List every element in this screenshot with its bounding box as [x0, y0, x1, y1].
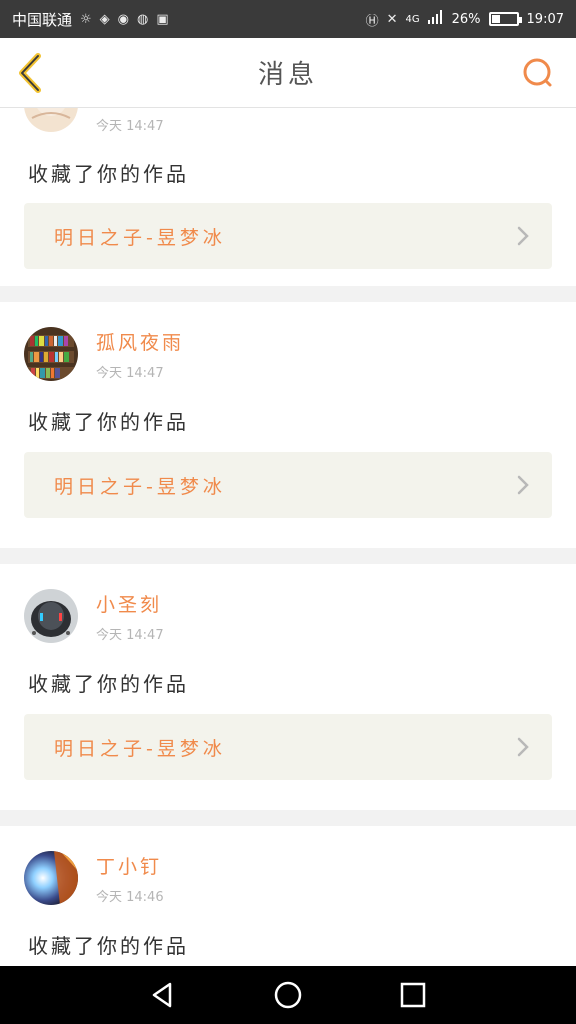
status-bar: 中国联通 ☼ ◈ ◉ ◍ ▣ Ⓗ ✕ 4G 26% 19:07: [0, 0, 576, 38]
avatar[interactable]: [24, 589, 78, 643]
network-label: 4G: [405, 13, 420, 25]
message-timestamp: 今天 14:47: [96, 119, 164, 134]
message-timestamp: 今天 14:46: [96, 890, 164, 905]
home-circle-icon[interactable]: [273, 980, 303, 1010]
battery-icon: [488, 12, 522, 26]
work-title: 明日之子-昱梦冰: [54, 476, 226, 498]
fish-icon: ◉: [117, 11, 130, 27]
separator: [0, 286, 576, 302]
separator: [0, 810, 576, 826]
carrier-label: 中国联通: [12, 10, 73, 29]
chevron-left-icon: [19, 53, 41, 93]
work-link[interactable]: 明日之子-昱梦冰: [24, 714, 552, 780]
message-action: 收藏了你的作品: [28, 410, 189, 434]
header: 消息: [0, 38, 576, 108]
avatar[interactable]: [24, 851, 78, 905]
message-username[interactable]: 丁小钉: [96, 852, 162, 879]
chevron-right-icon: [517, 226, 529, 246]
status-time: 19:07: [526, 11, 564, 27]
frog-icon: ◍: [137, 11, 149, 27]
chevron-right-icon: [517, 737, 529, 757]
work-link[interactable]: 明日之子-昱梦冰: [24, 452, 552, 518]
message-username[interactable]: 小圣刻: [96, 590, 162, 617]
signal-icon: [427, 10, 444, 28]
work-title: 明日之子-昱梦冰: [54, 738, 226, 760]
search-icon: [523, 58, 552, 87]
back-button[interactable]: [14, 52, 48, 94]
message-action: 收藏了你的作品: [28, 934, 189, 958]
brightness-icon: ☼: [80, 11, 92, 27]
message-item: 小圣刻 今天 14:47 收藏了你的作品 明日之子-昱梦冰: [0, 564, 576, 810]
separator: [0, 548, 576, 564]
page-title: 消息: [257, 60, 318, 90]
message-timestamp: 今天 14:47: [96, 366, 164, 381]
avatar[interactable]: [24, 108, 78, 132]
message-item: 丁小钉 今天 14:46 收藏了你的作品: [0, 826, 576, 966]
search-button[interactable]: [520, 56, 556, 92]
recents-square-icon[interactable]: [398, 980, 428, 1010]
box-icon: ▣: [156, 11, 169, 27]
mute-icon: ✕: [386, 11, 398, 27]
back-triangle-icon[interactable]: [148, 980, 178, 1010]
work-title: 明日之子-昱梦冰: [54, 227, 226, 249]
message-item: 今天 14:47 收藏了你的作品 明日之子-昱梦冰: [0, 108, 576, 286]
hd-icon: Ⓗ: [365, 13, 379, 29]
cat-icon: ◈: [99, 11, 110, 27]
message-list[interactable]: 今天 14:47 收藏了你的作品 明日之子-昱梦冰 孤风夜雨 今天 14:47 …: [0, 108, 576, 966]
chevron-right-icon: [517, 475, 529, 495]
message-username[interactable]: 孤风夜雨: [96, 328, 184, 355]
message-action: 收藏了你的作品: [28, 672, 189, 696]
battery-percent: 26%: [451, 11, 481, 27]
message-action: 收藏了你的作品: [28, 162, 189, 186]
work-link[interactable]: 明日之子-昱梦冰: [24, 203, 552, 269]
message-item: 孤风夜雨 今天 14:47 收藏了你的作品 明日之子-昱梦冰: [0, 302, 576, 548]
avatar[interactable]: [24, 327, 78, 381]
message-timestamp: 今天 14:47: [96, 628, 164, 643]
system-nav-bar: [0, 966, 576, 1024]
